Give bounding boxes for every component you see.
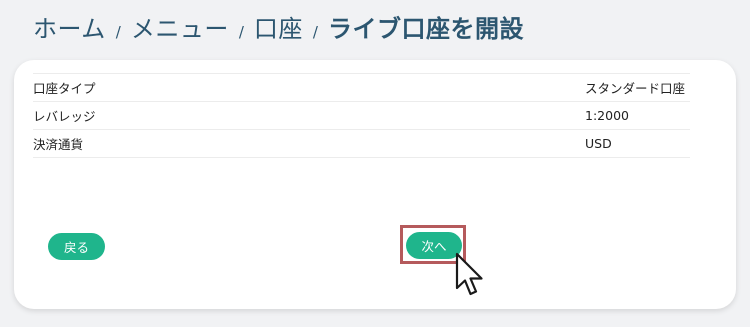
breadcrumb-separator: / — [238, 23, 244, 41]
detail-label: 口座タイプ — [33, 81, 96, 96]
detail-row-leverage: レバレッジ 1:2000 — [33, 102, 690, 130]
detail-row-currency: 決済通貨 USD — [33, 130, 690, 158]
detail-label: 決済通貨 — [33, 137, 84, 152]
breadcrumb-home[interactable]: ホーム — [33, 9, 106, 44]
breadcrumb-account[interactable]: 口座 — [254, 9, 303, 44]
page-title: ライブ口座を開設 — [327, 15, 524, 43]
mouse-pointer-icon — [455, 252, 483, 296]
account-details-table: 口座タイプ スタンダード口座 レバレッジ 1:2000 決済通貨 USD — [33, 73, 690, 158]
detail-row-account-type: 口座タイプ スタンダード口座 — [33, 74, 690, 102]
breadcrumb-menu[interactable]: メニュー — [131, 9, 229, 44]
detail-value: 1:2000 — [585, 108, 629, 123]
breadcrumb-separator: / — [312, 23, 318, 41]
detail-value: USD — [585, 136, 612, 151]
detail-value: スタンダード口座 — [585, 81, 686, 96]
breadcrumb: ホーム / メニュー / 口座 / ライブ口座を開設 — [33, 9, 524, 49]
breadcrumb-separator: / — [115, 23, 121, 41]
detail-label: レバレッジ — [33, 109, 96, 124]
back-button[interactable]: 戻る — [48, 233, 105, 260]
